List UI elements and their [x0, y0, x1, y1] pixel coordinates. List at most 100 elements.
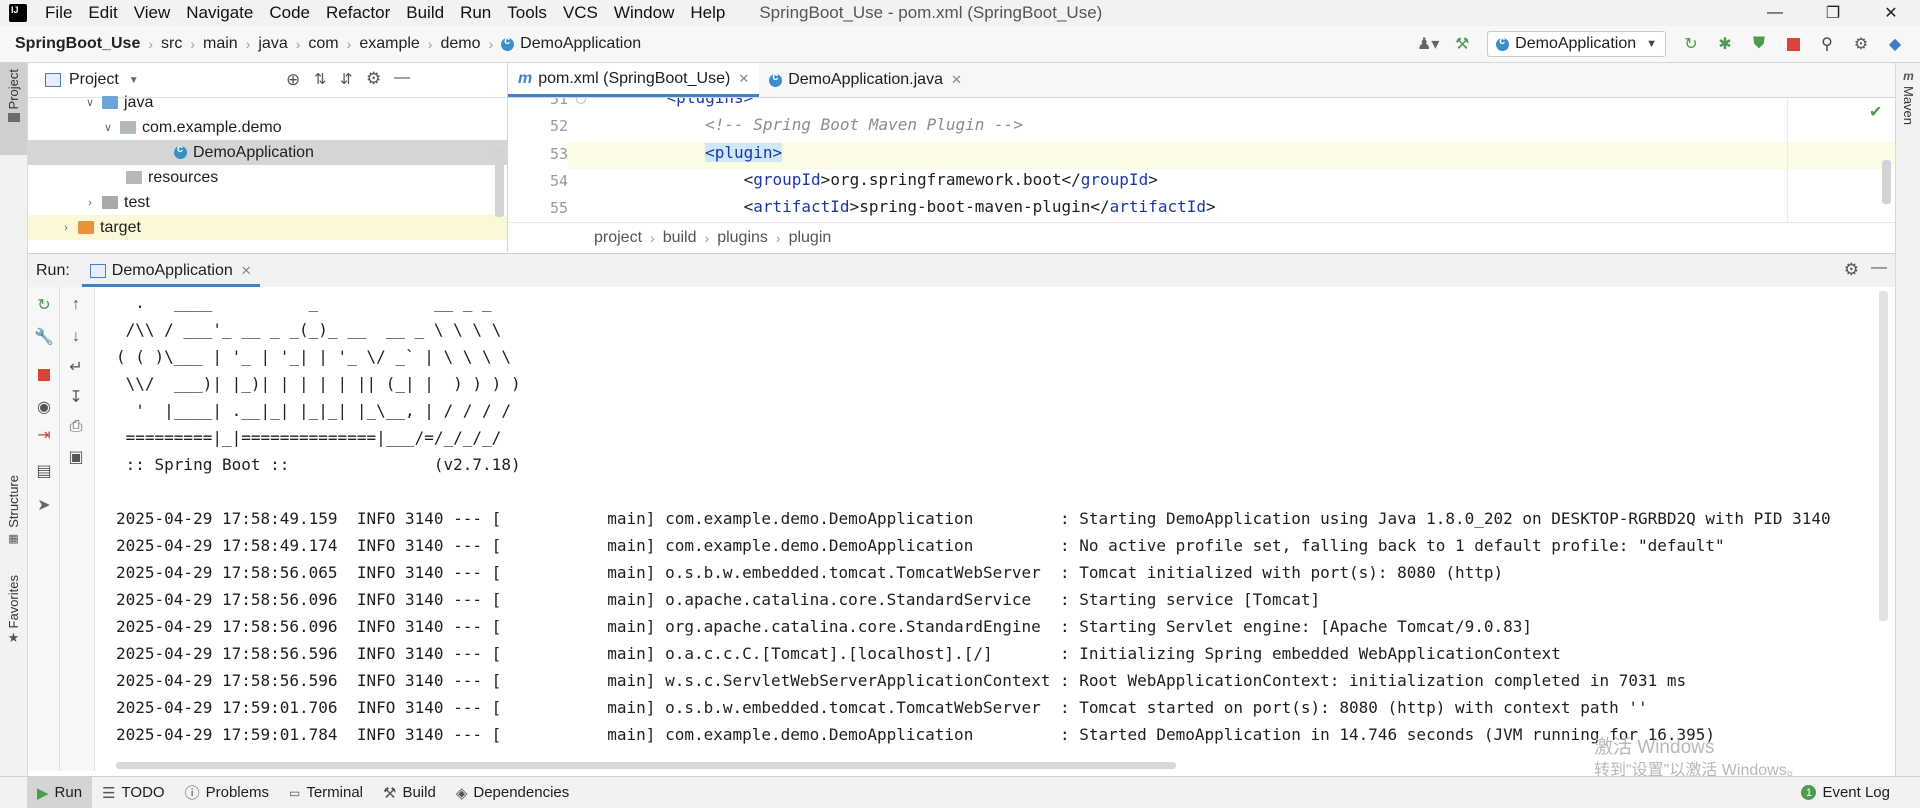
- tool-tab-favorites[interactable]: Favorites ★: [0, 575, 27, 646]
- xml-breadcrumb-plugins[interactable]: plugins: [717, 229, 768, 247]
- console-output[interactable]: . ____ _ __ _ _ /\\ / ___'_ __ _ _(_)_ _…: [95, 287, 1895, 771]
- menu-edit[interactable]: Edit: [80, 0, 125, 26]
- breadcrumb-main[interactable]: main: [203, 35, 238, 53]
- stop-icon[interactable]: [1783, 34, 1803, 54]
- restore-icon[interactable]: ❐: [1804, 0, 1862, 26]
- tool-dependencies[interactable]: ◈ Dependencies: [446, 777, 579, 808]
- user-icon[interactable]: ♟▾: [1417, 34, 1439, 54]
- project-view-select[interactable]: Project: [69, 71, 119, 89]
- chevron-down-icon[interactable]: ∨: [82, 96, 98, 109]
- trash-icon[interactable]: ▣: [64, 445, 88, 469]
- menu-view[interactable]: View: [126, 0, 179, 26]
- tree-item-test[interactable]: › test: [28, 190, 507, 215]
- arrow-down-icon[interactable]: ↓: [64, 325, 88, 349]
- coverage-icon[interactable]: ⛊: [1749, 34, 1769, 54]
- stop-icon[interactable]: [32, 363, 56, 387]
- jetbrains-toolbox-icon[interactable]: ◆: [1885, 34, 1905, 54]
- tool-terminal[interactable]: ▭ Terminal: [279, 777, 373, 808]
- tree-item-target[interactable]: › target: [28, 215, 507, 240]
- tab-demoapplication-java[interactable]: DemoApplication.java ✕: [759, 63, 972, 97]
- inspection-ok-icon[interactable]: ✔: [1869, 102, 1882, 122]
- tool-problems[interactable]: ⓘ Problems: [175, 777, 279, 808]
- menu-navigate[interactable]: Navigate: [178, 0, 261, 26]
- pin-icon[interactable]: ➤: [32, 493, 56, 517]
- breadcrumb-demo[interactable]: demo: [440, 35, 480, 53]
- breadcrumb-java[interactable]: java: [258, 35, 287, 53]
- camera-icon[interactable]: ◉: [32, 395, 56, 419]
- tool-todo[interactable]: ☰ TODO: [92, 777, 175, 808]
- chevron-down-icon[interactable]: ▼: [129, 75, 139, 86]
- menu-code[interactable]: Code: [261, 0, 318, 26]
- close-icon[interactable]: ✕: [738, 71, 749, 87]
- print-icon[interactable]: ⎙: [64, 415, 88, 439]
- class-icon: [174, 143, 187, 159]
- resources-folder-icon: [126, 171, 142, 184]
- settings-gear-icon[interactable]: ⚙: [1844, 260, 1859, 280]
- tool-event-log[interactable]: 1 Event Log: [1791, 777, 1900, 808]
- xml-breadcrumb-project[interactable]: project: [594, 229, 642, 247]
- menu-refactor[interactable]: Refactor: [318, 0, 398, 26]
- collapse-all-icon[interactable]: ⇵: [340, 70, 353, 88]
- crosshair-icon[interactable]: ⊕: [286, 70, 300, 90]
- console-scrollbar[interactable]: [1879, 291, 1888, 621]
- tree-item-package[interactable]: ∨ com.example.demo: [28, 115, 507, 140]
- search-icon[interactable]: ⚲: [1817, 34, 1837, 54]
- tree-item-demoapplication[interactable]: DemoApplication: [28, 140, 507, 165]
- arrow-up-icon[interactable]: ↑: [64, 293, 88, 317]
- console-horizontal-scrollbar[interactable]: [116, 762, 1176, 769]
- tool-build[interactable]: ⚒ Build: [373, 777, 446, 808]
- tool-tab-maven[interactable]: m Maven: [1896, 69, 1920, 125]
- tree-item-resources[interactable]: resources: [28, 165, 507, 190]
- tool-tab-structure[interactable]: Structure ▦: [0, 475, 27, 545]
- chevron-down-icon[interactable]: ∨: [100, 121, 116, 134]
- breadcrumb-example[interactable]: example: [359, 35, 419, 53]
- menu-tools[interactable]: Tools: [499, 0, 555, 26]
- rerun-icon[interactable]: ↻: [32, 293, 56, 317]
- build-hammer-icon[interactable]: ⚒: [1452, 34, 1472, 54]
- menu-build[interactable]: Build: [398, 0, 452, 26]
- chevron-right-icon[interactable]: ›: [82, 197, 98, 209]
- tool-tab-project[interactable]: Project: [0, 63, 27, 155]
- soft-wrap-icon[interactable]: ↵: [64, 355, 88, 379]
- hide-icon[interactable]: —: [1871, 259, 1887, 277]
- rerun-icon[interactable]: ↻: [1681, 34, 1701, 54]
- exit-icon[interactable]: ⇥: [32, 423, 56, 447]
- tool-tab-structure-label: Structure: [6, 475, 21, 528]
- menu-window[interactable]: Window: [606, 0, 682, 26]
- close-icon[interactable]: ✕: [951, 72, 962, 88]
- menu-help[interactable]: Help: [682, 0, 733, 26]
- tree-item-label: target: [100, 218, 141, 236]
- tool-run[interactable]: ▶ Run: [27, 777, 93, 808]
- settings-gear-icon[interactable]: ⚙: [1851, 34, 1871, 54]
- run-configuration-select[interactable]: DemoApplication ▼: [1487, 31, 1666, 57]
- editor-scrollbar[interactable]: [1882, 160, 1891, 204]
- project-scrollbar[interactable]: [495, 147, 504, 217]
- minimize-icon[interactable]: —: [1746, 0, 1804, 26]
- settings-gear-icon[interactable]: ⚙: [366, 69, 381, 89]
- chevron-right-icon[interactable]: ›: [58, 222, 74, 234]
- layout-icon[interactable]: ▤: [32, 459, 56, 483]
- code-editor[interactable]: 51 52 53 54 55 ● <plugins> <!-- Spring B…: [508, 98, 1900, 222]
- close-icon[interactable]: ✕: [241, 263, 252, 279]
- menu-run[interactable]: Run: [452, 0, 499, 26]
- run-tab-demoapplication[interactable]: DemoApplication ✕: [81, 254, 260, 287]
- tab-pom-xml[interactable]: m pom.xml (SpringBoot_Use) ✕: [508, 63, 760, 97]
- breadcrumb-current[interactable]: DemoApplication: [501, 35, 641, 53]
- close-window-icon[interactable]: ✕: [1862, 0, 1920, 26]
- expand-all-icon[interactable]: ⇅: [314, 70, 327, 88]
- wrench-icon[interactable]: 🔧: [32, 325, 56, 349]
- xml-breadcrumb-build[interactable]: build: [663, 229, 697, 247]
- breadcrumb-com[interactable]: com: [308, 35, 338, 53]
- xml-breadcrumb-plugin[interactable]: plugin: [789, 229, 832, 247]
- breadcrumb-project[interactable]: SpringBoot_Use: [15, 35, 140, 53]
- scroll-to-end-icon[interactable]: ↧: [64, 385, 88, 409]
- menu-file[interactable]: File: [37, 0, 80, 26]
- breadcrumb-src[interactable]: src: [161, 35, 182, 53]
- fold-marker-icon[interactable]: [576, 98, 586, 104]
- menu-vcs[interactable]: VCS: [555, 0, 606, 26]
- debug-icon[interactable]: ✱: [1715, 34, 1735, 54]
- tree-item-java[interactable]: ∨ java: [28, 90, 507, 115]
- tool-build-label: Build: [402, 784, 436, 801]
- code-line-55: <artifactId>spring-boot-maven-plugin</ar…: [743, 197, 1216, 216]
- hide-icon[interactable]: —: [394, 69, 410, 87]
